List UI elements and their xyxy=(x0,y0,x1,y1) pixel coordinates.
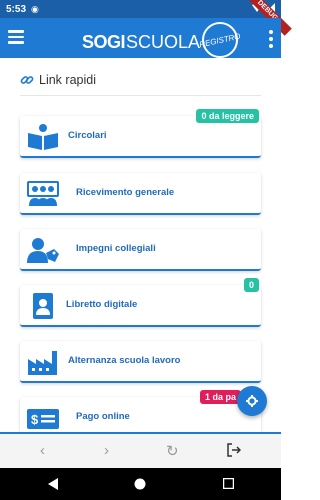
logo-light-text: SCUOLA xyxy=(126,31,201,52)
card-pago-online[interactable]: $ Pago online 1 da pa xyxy=(20,390,261,432)
logo-bold-text: SOGI xyxy=(82,31,126,52)
status-time: 5:53 xyxy=(6,3,27,15)
card-label: Libretto digitale xyxy=(66,299,138,310)
card-libretto-digitale[interactable]: Libretto digitale 0 xyxy=(20,278,261,327)
card-ricevimento-generale[interactable]: Ricevimento generale xyxy=(20,173,261,215)
person-tag-icon xyxy=(26,237,60,263)
logo-badge-text: REGISTRO xyxy=(198,31,242,49)
card-impegni-collegiali[interactable]: Impegni collegiali xyxy=(20,229,261,271)
app-logo: SOGI SCUOLA REGISTRO xyxy=(82,22,241,58)
reload-button[interactable]: ↻ xyxy=(166,442,179,460)
meeting-icon xyxy=(26,181,60,207)
back-button[interactable]: ‹ xyxy=(40,442,45,459)
link-icon xyxy=(20,76,34,84)
forward-button[interactable]: › xyxy=(104,442,109,459)
id-booklet-icon xyxy=(26,293,60,319)
factory-icon xyxy=(26,349,60,375)
book-icon xyxy=(26,124,60,150)
money-icon: $ xyxy=(26,405,60,431)
card-alternanza-scuola-lavoro[interactable]: Alternanza scuola lavoro xyxy=(20,341,261,383)
card-label: Impegni collegiali xyxy=(76,243,156,254)
quick-links-content[interactable]: Link rapidi Circolari 0 da leggere Ricev… xyxy=(0,58,281,432)
section-title: Link rapidi xyxy=(39,73,96,87)
notification-icon: ◉ xyxy=(31,3,39,14)
more-options-icon[interactable] xyxy=(269,30,273,51)
section-header: Link rapidi xyxy=(20,73,96,87)
section-divider xyxy=(20,95,261,96)
menu-icon[interactable] xyxy=(8,30,24,44)
logout-button[interactable] xyxy=(227,443,242,461)
card-circolari[interactable]: Circolari 0 da leggere xyxy=(20,109,261,158)
nav-back-icon[interactable] xyxy=(48,478,58,490)
svg-text:$: $ xyxy=(31,412,39,427)
count-badge: 0 xyxy=(243,278,259,292)
card-label: Alternanza scuola lavoro xyxy=(68,355,181,366)
unread-badge: 0 da leggere xyxy=(196,109,259,123)
nav-recents-icon[interactable] xyxy=(223,478,234,489)
payment-badge: 1 da pa xyxy=(199,390,241,404)
gear-icon xyxy=(246,395,258,407)
card-label: Ricevimento generale xyxy=(76,187,175,198)
card-label: Circolari xyxy=(68,130,107,141)
status-bar: 5:53 ◉ DEBUG xyxy=(0,0,292,36)
card-label: Pago online xyxy=(76,411,130,422)
browser-toolbar: ‹ › ↻ xyxy=(0,434,281,468)
nav-home-icon[interactable] xyxy=(134,478,146,490)
settings-fab[interactable] xyxy=(237,386,267,416)
app-bar: SOGI SCUOLA REGISTRO xyxy=(0,18,281,58)
logo-registro-badge: REGISTRO xyxy=(199,22,241,58)
logout-icon xyxy=(227,443,242,457)
system-nav-bar xyxy=(0,468,281,500)
